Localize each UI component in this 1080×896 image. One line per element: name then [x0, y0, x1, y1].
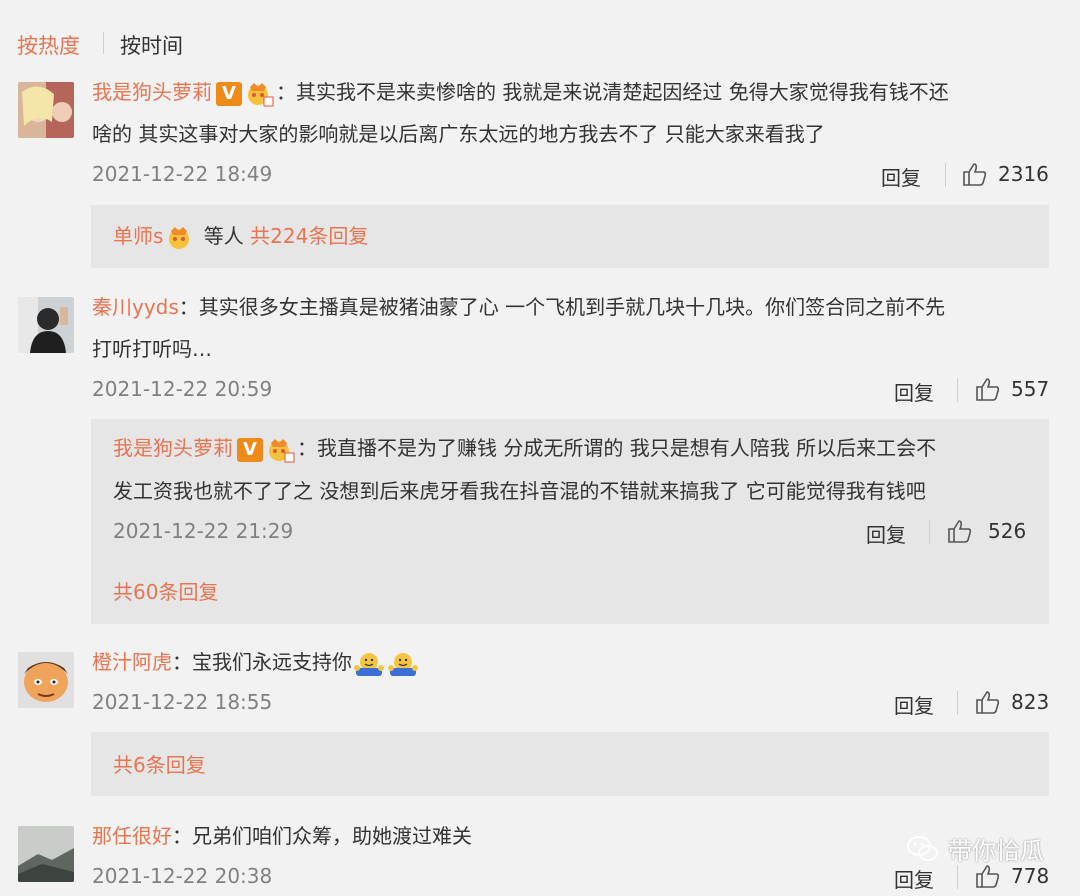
- action-divider: [957, 378, 958, 402]
- vip-v-icon: V: [216, 81, 242, 106]
- sort-bar: 按热度 按时间: [0, 0, 1080, 88]
- reply-button[interactable]: 回复: [894, 690, 934, 719]
- comment-body-line1: 其实很多女主播真是被猪油蒙了心 一个飞机到手就几块十几块。你们签合同之前不先: [198, 295, 946, 319]
- comment-text: 橙汁阿虎：宝我们永远支持你: [92, 649, 420, 677]
- comment-text: 我是狗头萝莉 V ：其实我不是来卖惨啥的 我就是来说清楚起因经过 免得大家觉得我有钱…: [92, 79, 949, 107]
- reply-summary-box[interactable]: 共6条回复: [91, 732, 1049, 796]
- vip-v-icon: V: [237, 437, 263, 462]
- like-count: 2316: [998, 162, 1049, 186]
- like-count: 823: [1011, 690, 1050, 714]
- comment-body-line1: 其实我不是来卖惨啥的 我就是来说清楚起因经过 免得大家觉得我有钱不还: [296, 80, 949, 104]
- comment-timestamp: 2021-12-22 18:49: [92, 162, 273, 186]
- sub-reply-text: 我是狗头萝莉 V ：我直播不是为了赚钱 分成无所谓的 我只是想有人陪我 所以后来工会…: [113, 435, 936, 463]
- sub-reply-line1: 我直播不是为了赚钱 分成无所谓的 我只是想有人陪我 所以后来工会不: [317, 436, 937, 460]
- view-replies-link[interactable]: 共224条回复: [250, 224, 368, 248]
- comment-username[interactable]: 秦川yyds: [92, 295, 179, 319]
- avatar[interactable]: [18, 826, 74, 882]
- comment-username[interactable]: 那任很好: [92, 824, 172, 848]
- thumbs-up-icon[interactable]: [975, 863, 1001, 889]
- reply-summary: 单师s 等人 共224条回复: [113, 223, 368, 251]
- crown-icon: [167, 225, 195, 251]
- comment-timestamp: 2021-12-22 20:38: [92, 864, 273, 888]
- reply-summary-user[interactable]: 单师s: [113, 224, 163, 248]
- wechat-icon: [907, 835, 938, 861]
- thumbs-up-icon[interactable]: [947, 518, 973, 544]
- thumbs-up-icon[interactable]: [962, 161, 988, 187]
- view-replies-link[interactable]: 共6条回复: [113, 752, 206, 778]
- sort-by-hot-tab[interactable]: 按热度: [17, 30, 80, 60]
- sort-divider: [103, 32, 104, 54]
- action-divider: [957, 865, 958, 889]
- comment-text: 秦川yyds：其实很多女主播真是被猪油蒙了心 一个飞机到手就几块十几块。你们签合…: [92, 294, 945, 320]
- colon: ：: [178, 295, 199, 319]
- comment-body-line2: 啥的 其实这事对大家的影响就是以后离广东太远的地方我去不了 只能大家来看我了: [92, 122, 825, 146]
- reply-button[interactable]: 回复: [866, 519, 906, 548]
- colon: ：: [172, 650, 192, 674]
- crown-icon: [246, 81, 274, 107]
- comment-timestamp: 2021-12-22 18:55: [92, 690, 273, 714]
- reply-button[interactable]: 回复: [894, 864, 934, 893]
- thumbs-up-icon[interactable]: [975, 376, 1001, 402]
- action-divider: [929, 520, 930, 544]
- like-count: 778: [1011, 864, 1050, 888]
- comment-body-line1: 兄弟们咱们众筹，助她渡过难关: [192, 824, 472, 848]
- reply-button[interactable]: 回复: [894, 377, 934, 406]
- sub-reply-timestamp: 2021-12-22 21:29: [113, 519, 294, 543]
- action-divider: [945, 163, 946, 187]
- colon: ：: [276, 80, 296, 104]
- reply-button[interactable]: 回复: [881, 162, 921, 191]
- like-count: 557: [1011, 377, 1050, 401]
- reply-summary-box[interactable]: 单师s 等人 共224条回复: [91, 205, 1049, 268]
- sub-reply-line2: 发工资我也就不了了之 没想到后来虎牙看我在抖音混的不错就来搞我了 它可能觉得我有…: [113, 479, 926, 503]
- comment-timestamp: 2021-12-22 20:59: [92, 377, 273, 401]
- watermark: 带你恰瓜: [906, 831, 1044, 866]
- hug-emoji-icon: [386, 651, 420, 677]
- comment-body-line1: 宝我们永远支持你: [192, 650, 352, 674]
- comment-username[interactable]: 我是狗头萝莉: [92, 80, 212, 104]
- comment-text: 那任很好：兄弟们咱们众筹，助她渡过难关: [92, 823, 472, 849]
- avatar[interactable]: [18, 82, 74, 138]
- reply-summary-middle: 等人: [203, 224, 244, 248]
- hug-emoji-icon: [352, 651, 386, 677]
- sub-reply-box: 我是狗头萝莉 V ：我直播不是为了赚钱 分成无所谓的 我只是想有人陪我 所以后来工会…: [91, 419, 1049, 624]
- colon: ：: [172, 824, 192, 848]
- action-divider: [957, 691, 958, 715]
- thumbs-up-icon[interactable]: [975, 689, 1001, 715]
- avatar[interactable]: [18, 297, 74, 353]
- sub-reply-username[interactable]: 我是狗头萝莉: [113, 436, 233, 460]
- colon: ：: [297, 436, 317, 460]
- avatar[interactable]: [18, 652, 74, 708]
- view-replies-link[interactable]: 共60条回复: [113, 579, 218, 605]
- watermark-text: 带你恰瓜: [948, 837, 1044, 865]
- like-count: 526: [988, 519, 1027, 543]
- crown-icon: [267, 437, 295, 463]
- comment-body-line2: 打听打听吗…: [92, 337, 212, 361]
- sort-by-time-tab[interactable]: 按时间: [120, 30, 183, 60]
- comment-username[interactable]: 橙汁阿虎: [92, 650, 172, 674]
